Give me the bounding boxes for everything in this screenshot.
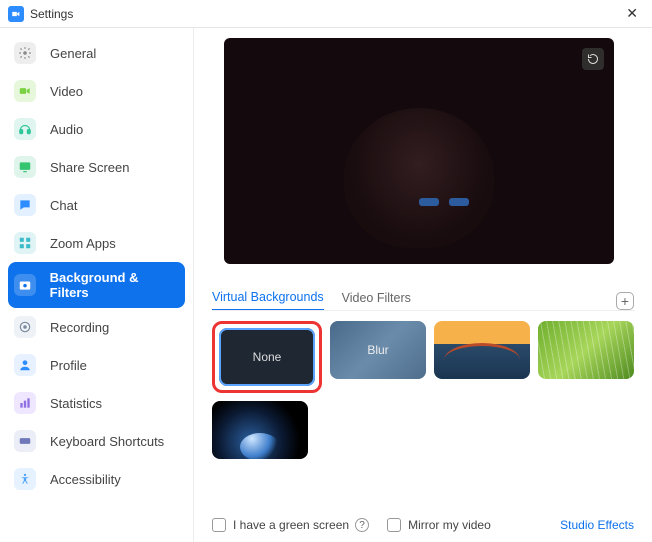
zoom-app-icon <box>8 6 24 22</box>
bg-none-highlight: None <box>212 321 322 393</box>
footer-bar: I have a green screen ? Mirror my video … <box>212 518 634 532</box>
window-title: Settings <box>30 7 73 21</box>
tab-virtual-backgrounds[interactable]: Virtual Backgrounds <box>212 290 324 311</box>
rotate-camera-icon[interactable] <box>582 48 604 70</box>
general-icon <box>14 42 36 64</box>
mirror-checkbox[interactable] <box>387 518 401 532</box>
green-screen-label: I have a green screen <box>233 518 349 532</box>
zoom-apps-icon <box>14 232 36 254</box>
sidebar-item-label: Keyboard Shortcuts <box>50 434 164 449</box>
sidebar-item-profile[interactable]: Profile <box>0 346 193 384</box>
sidebar-item-label: Profile <box>50 358 87 373</box>
mirror-label: Mirror my video <box>408 518 491 532</box>
sidebar-item-label: Audio <box>50 122 83 137</box>
sidebar-item-label: Video <box>50 84 83 99</box>
sidebar-item-label: Accessibility <box>50 472 121 487</box>
share-screen-icon <box>14 156 36 178</box>
background-tabs: Virtual Backgrounds Video Filters + <box>212 290 634 311</box>
studio-effects-link[interactable]: Studio Effects <box>560 518 634 532</box>
tab-video-filters[interactable]: Video Filters <box>342 291 411 310</box>
green-screen-checkbox[interactable] <box>212 518 226 532</box>
add-background-button[interactable]: + <box>616 292 634 310</box>
settings-sidebar: General Video Audio Share Screen Chat Zoom Ap… <box>0 28 194 542</box>
content-area: Virtual Backgrounds Video Filters + None… <box>194 28 652 542</box>
bg-option-blur[interactable]: Blur <box>330 321 426 379</box>
sidebar-item-accessibility[interactable]: Accessibility <box>0 460 193 498</box>
sidebar-item-background-filters[interactable]: Background & Filters <box>8 262 185 308</box>
close-button[interactable]: ✕ <box>620 3 644 24</box>
sidebar-item-video[interactable]: Video <box>0 72 193 110</box>
profile-icon <box>14 354 36 376</box>
sidebar-item-label: Recording <box>50 320 109 335</box>
titlebar: Settings ✕ <box>0 0 652 28</box>
sidebar-item-general[interactable]: General <box>0 34 193 72</box>
bg-option-grass[interactable] <box>538 321 634 379</box>
sidebar-item-label: Share Screen <box>50 160 130 175</box>
sidebar-item-recording[interactable]: Recording <box>0 308 193 346</box>
sidebar-item-chat[interactable]: Chat <box>0 186 193 224</box>
bg-option-earth[interactable] <box>212 401 308 459</box>
bg-none-label: None <box>253 350 282 364</box>
audio-icon <box>14 118 36 140</box>
bg-blur-label: Blur <box>367 343 388 357</box>
keyboard-shortcuts-icon <box>14 430 36 452</box>
sidebar-item-share-screen[interactable]: Share Screen <box>0 148 193 186</box>
help-icon[interactable]: ? <box>355 518 369 532</box>
sidebar-item-label: Zoom Apps <box>50 236 116 251</box>
bg-option-none[interactable]: None <box>219 328 315 386</box>
chat-icon <box>14 194 36 216</box>
bg-option-bridge[interactable] <box>434 321 530 379</box>
sidebar-item-keyboard-shortcuts[interactable]: Keyboard Shortcuts <box>0 422 193 460</box>
video-preview <box>224 38 614 264</box>
recording-icon <box>14 316 36 338</box>
sidebar-item-label: General <box>50 46 96 61</box>
video-icon <box>14 80 36 102</box>
statistics-icon <box>14 392 36 414</box>
sidebar-item-label: Statistics <box>50 396 102 411</box>
accessibility-icon <box>14 468 36 490</box>
background-filters-icon <box>14 274 36 296</box>
sidebar-item-label: Chat <box>50 198 77 213</box>
sidebar-item-audio[interactable]: Audio <box>0 110 193 148</box>
sidebar-item-statistics[interactable]: Statistics <box>0 384 193 422</box>
sidebar-item-zoom-apps[interactable]: Zoom Apps <box>0 224 193 262</box>
background-thumbnails: None Blur <box>212 321 634 459</box>
sidebar-item-label: Background & Filters <box>50 270 179 300</box>
